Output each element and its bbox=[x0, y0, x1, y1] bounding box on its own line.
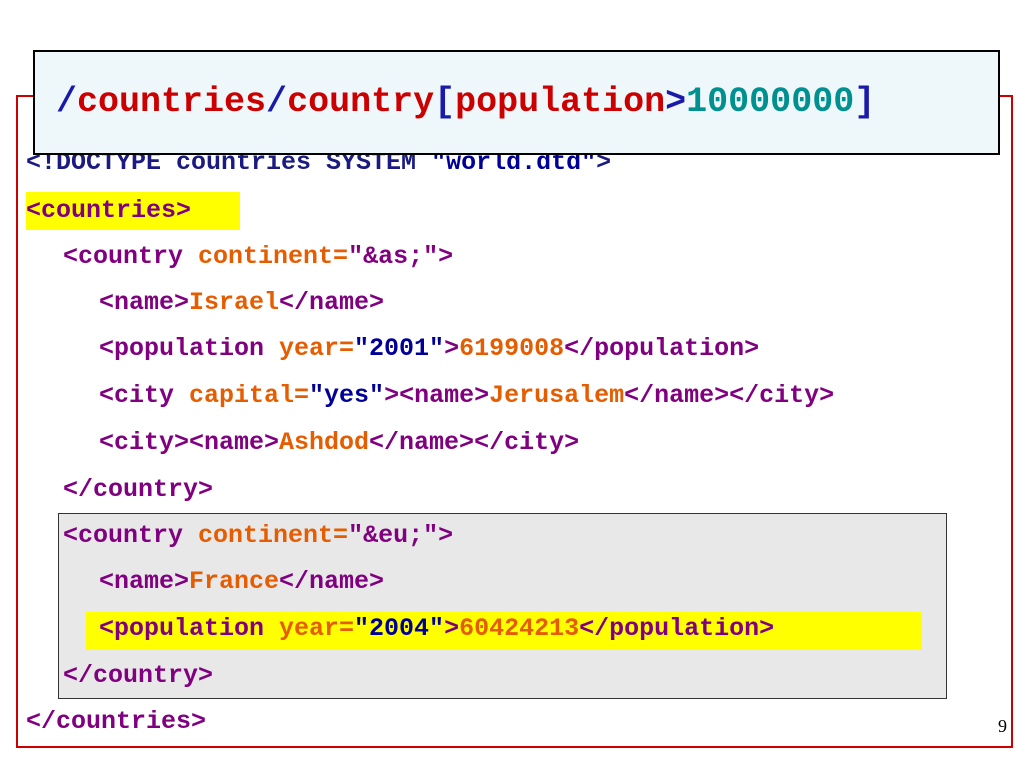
xpath-step-country: country bbox=[287, 82, 435, 122]
city-close-tag: </name></city> bbox=[624, 381, 835, 410]
capital-attr: capital= bbox=[189, 381, 310, 410]
city-name-text: Jerusalem bbox=[489, 381, 625, 410]
xpath-expression: /countries/country[population>10000000] bbox=[56, 80, 875, 124]
name-open-tag: <name> bbox=[99, 288, 190, 317]
xpath-bracket-open: [ bbox=[434, 82, 456, 122]
xpath-slash: / bbox=[56, 82, 78, 122]
xpath-operator: > bbox=[665, 82, 687, 122]
continent-attr: continent= bbox=[198, 242, 349, 271]
year-value: "2001" bbox=[354, 334, 445, 363]
population-value: 6199008 bbox=[459, 334, 565, 363]
name-close-tag: </name> bbox=[279, 288, 385, 317]
city1-line: <city capital="yes"><name>Jerusalem</nam… bbox=[99, 381, 834, 411]
countries-open-tag: <countries> bbox=[26, 196, 192, 225]
tag-close: > bbox=[444, 614, 460, 643]
population1-line: <population year="2001">6199008</populat… bbox=[99, 334, 759, 364]
xpath-slash: / bbox=[266, 82, 288, 122]
tag-close: > bbox=[444, 334, 460, 363]
page-number: 9 bbox=[998, 716, 1007, 736]
population-tag: <population bbox=[99, 334, 280, 363]
population-close-tag: </population> bbox=[579, 614, 775, 643]
capital-value: "yes" bbox=[309, 381, 385, 410]
city-tag: <city bbox=[99, 381, 190, 410]
name2-line: <name>France</name> bbox=[99, 567, 384, 597]
population-tag: <population bbox=[99, 614, 280, 643]
city-open-tag: <city><name> bbox=[99, 428, 280, 457]
name-open-tag: ><name> bbox=[384, 381, 490, 410]
countries-close-tag: </countries> bbox=[26, 707, 207, 736]
city2-line: <city><name>Ashdod</name></city> bbox=[99, 428, 579, 458]
continent-value: "&as;" bbox=[348, 242, 439, 271]
xpath-step-countries: countries bbox=[77, 82, 267, 122]
city-close-tag: </name></city> bbox=[369, 428, 580, 457]
country2-close-line: </country> bbox=[63, 661, 213, 691]
xpath-predicate: population bbox=[455, 82, 666, 122]
country1-close-line: </country> bbox=[63, 475, 213, 505]
country1-line: <country continent="&as;"> bbox=[63, 242, 453, 272]
country-close-tag: </country> bbox=[63, 475, 214, 504]
name-text: Israel bbox=[189, 288, 280, 317]
city-name-text: Ashdod bbox=[279, 428, 370, 457]
xpath-callout: /countries/country[population>10000000] bbox=[33, 50, 1000, 155]
name-close-tag: </name> bbox=[279, 567, 385, 596]
population-close-tag: </population> bbox=[564, 334, 760, 363]
xpath-value: 10000000 bbox=[686, 82, 855, 122]
name-open-tag: <name> bbox=[99, 567, 190, 596]
tag-close: > bbox=[438, 242, 454, 271]
continent-value: "&eu;" bbox=[348, 521, 439, 550]
country-tag: <country bbox=[63, 521, 199, 550]
year-attr: year= bbox=[279, 334, 355, 363]
country2-line: <country continent="&eu;"> bbox=[63, 521, 453, 551]
continent-attr: continent= bbox=[198, 521, 349, 550]
country-close-tag: </country> bbox=[63, 661, 214, 690]
name-text: France bbox=[189, 567, 280, 596]
population2-line: <population year="2004">60424213</popula… bbox=[99, 614, 774, 644]
name1-line: <name>Israel</name> bbox=[99, 288, 384, 318]
xpath-bracket-close: ] bbox=[854, 82, 876, 122]
year-attr: year= bbox=[279, 614, 355, 643]
countries-open-line: <countries> bbox=[26, 196, 191, 226]
country-tag: <country bbox=[63, 242, 199, 271]
year-value: "2004" bbox=[354, 614, 445, 643]
tag-close: > bbox=[438, 521, 454, 550]
countries-close-line: </countries> bbox=[26, 707, 206, 737]
population-value: 60424213 bbox=[459, 614, 580, 643]
